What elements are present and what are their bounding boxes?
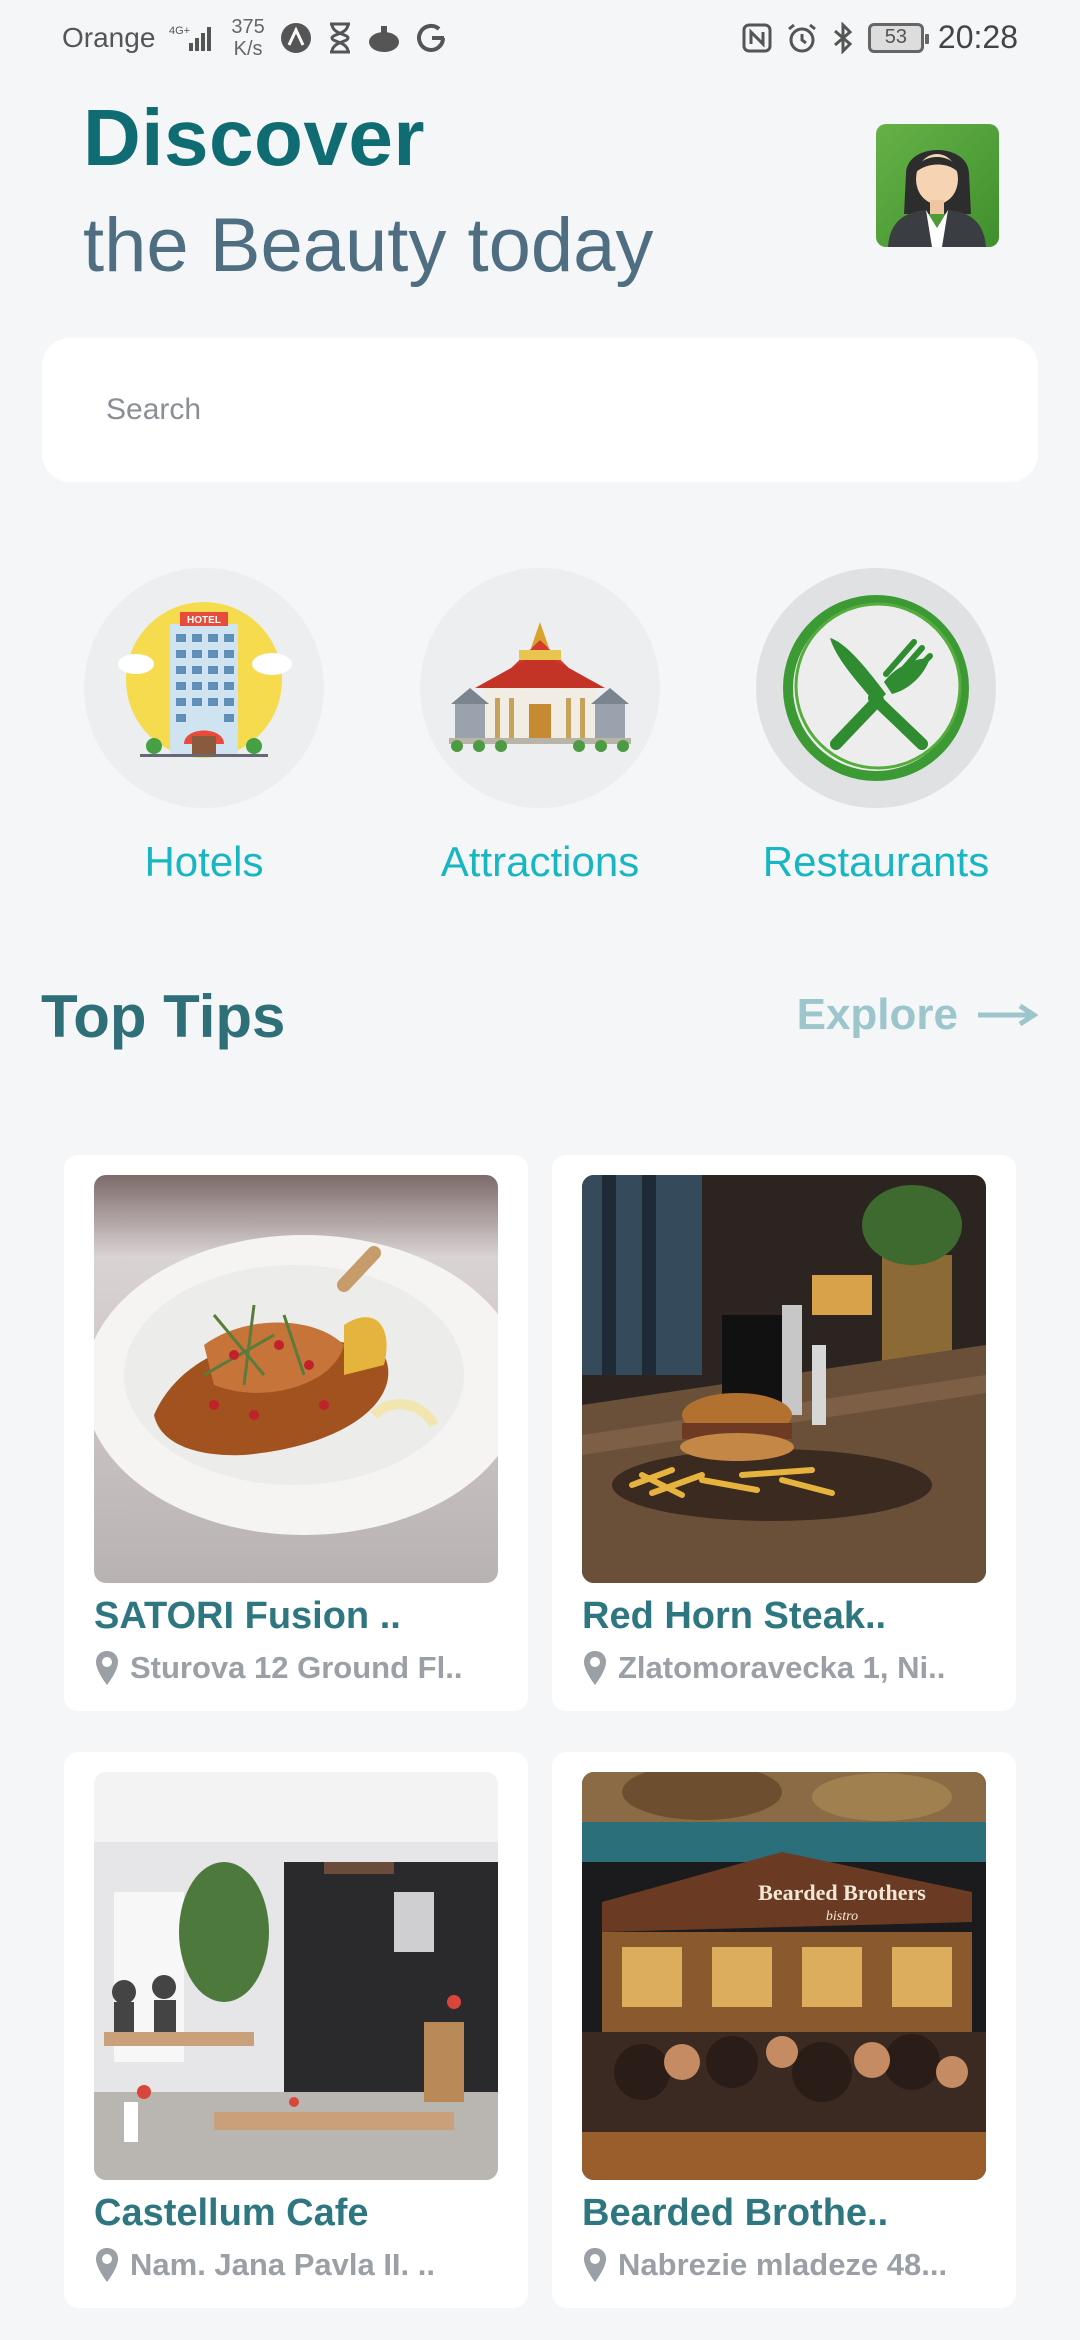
food-delivery-icon — [367, 22, 401, 54]
bearded-brothers-sign: Bearded Brothers — [758, 1880, 926, 1905]
category-label[interactable]: Attractions — [360, 838, 720, 886]
place-photo[interactable] — [94, 1175, 498, 1583]
place-address-text: Nabrezie mladeze 48... — [618, 2247, 948, 2282]
page-title: Discover — [83, 93, 425, 182]
category-hotels-circle[interactable]: HOTEL — [84, 568, 324, 808]
location-pin-icon — [584, 1651, 606, 1685]
place-photo[interactable] — [94, 1772, 498, 2180]
status-right: 53 20:28 — [742, 19, 1018, 56]
signal-icon: 4G+ — [169, 23, 217, 53]
category-hotels[interactable]: HOTEL Hotels — [84, 568, 324, 886]
carrier-label: Orange — [62, 21, 156, 53]
clock: 20:28 — [937, 19, 1018, 55]
place-photo[interactable] — [582, 1175, 986, 1583]
place-address-text: Nam. Jana Pavla II. .. — [130, 2247, 435, 2282]
place-card[interactable]: Bearded Brothers bistro Bearded Brothe..… — [552, 1752, 1016, 2308]
user-avatar-icon — [888, 150, 986, 247]
avatar[interactable] — [876, 124, 999, 247]
place-address: Sturova 12 Ground Fl.. — [94, 1649, 462, 1687]
network-speed-unit: K/s — [233, 37, 263, 60]
category-label[interactable]: Restaurants — [696, 838, 1056, 886]
explore-label[interactable]: Explore — [797, 990, 958, 1040]
place-address: Nam. Jana Pavla II. .. — [94, 2246, 435, 2284]
category-label[interactable]: Hotels — [24, 838, 384, 886]
alarm-icon — [786, 22, 818, 54]
place-name[interactable]: Red Horn Steak.. — [582, 1595, 886, 1638]
place-card[interactable]: Castellum Cafe Nam. Jana Pavla II. .. — [64, 1752, 528, 2308]
category-attractions-circle[interactable] — [420, 568, 660, 808]
place-address: Zlatomoravecka 1, Ni.. — [582, 1649, 945, 1687]
location-pin-icon — [584, 2248, 606, 2282]
arrow-right-icon[interactable] — [976, 1003, 1038, 1027]
status-bar: Orange 4G+ 375 K/s 53 20:28 — [0, 0, 1080, 75]
category-attractions[interactable]: Attractions — [420, 568, 660, 886]
network-speed: 375 K/s — [231, 16, 264, 60]
temple-icon — [449, 622, 631, 752]
network-type-label: 4G+ — [169, 25, 190, 37]
bluetooth-icon — [832, 21, 854, 54]
place-address-text: Sturova 12 Ground Fl.. — [130, 1650, 463, 1685]
svg-text:HOTEL: HOTEL — [187, 615, 221, 626]
explore-link[interactable]: Explore — [797, 990, 1038, 1040]
hourglass-icon — [327, 22, 353, 54]
section-title: Top Tips — [41, 983, 286, 1050]
battery-icon: 53 — [867, 22, 929, 53]
app-screen: Orange 4G+ 375 K/s 53 20:28 Discover the… — [0, 0, 1080, 2340]
network-speed-value: 375 — [231, 15, 265, 38]
search-input[interactable] — [42, 338, 1038, 482]
location-pin-icon — [96, 1651, 118, 1685]
place-card[interactable]: SATORI Fusion .. Sturova 12 Ground Fl.. — [64, 1155, 528, 1711]
battery-level: 53 — [884, 26, 908, 48]
nfc-icon — [742, 23, 772, 53]
place-photo[interactable]: Bearded Brothers bistro — [582, 1772, 986, 2180]
category-restaurants-circle[interactable] — [756, 568, 996, 808]
fork-knife-icon — [783, 595, 969, 781]
place-name[interactable]: Bearded Brothe.. — [582, 2192, 888, 2235]
status-left: Orange 4G+ 375 K/s — [62, 16, 447, 60]
category-restaurants[interactable]: Restaurants — [756, 568, 996, 886]
place-name[interactable]: SATORI Fusion .. — [94, 1595, 401, 1638]
place-address: Nabrezie mladeze 48... — [582, 2246, 947, 2284]
bearded-brothers-sign-sub: bistro — [826, 1909, 858, 1924]
google-icon — [415, 22, 447, 54]
hotel-icon: HOTEL — [118, 602, 292, 758]
place-card[interactable]: Red Horn Steak.. Zlatomoravecka 1, Ni.. — [552, 1155, 1016, 1711]
page-subtitle: the Beauty today — [83, 203, 654, 288]
place-address-text: Zlatomoravecka 1, Ni.. — [618, 1650, 946, 1685]
app-notification-icon — [279, 21, 313, 55]
place-name[interactable]: Castellum Cafe — [94, 2192, 369, 2235]
location-pin-icon — [96, 2248, 118, 2282]
